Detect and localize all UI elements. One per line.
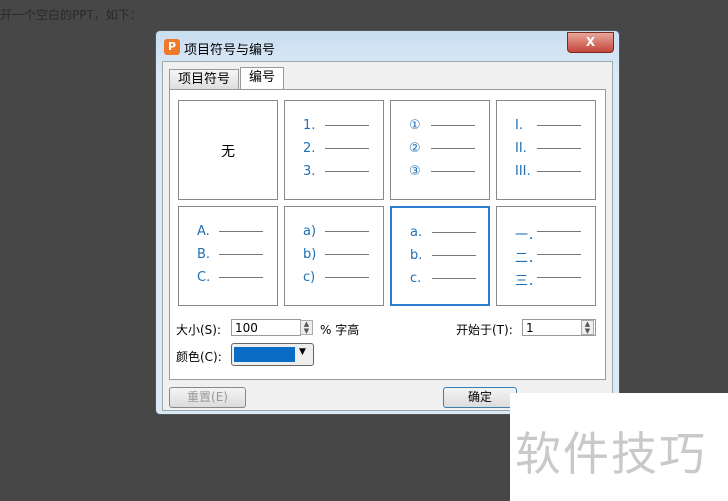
number-row: b. (410, 248, 476, 263)
color-picker[interactable]: ▼ (231, 343, 314, 366)
text-line (537, 277, 581, 278)
number-marker: I. (515, 118, 523, 133)
size-label: 大小(S): (176, 323, 222, 337)
none-label: 无 (221, 144, 235, 160)
number-row: b) (303, 247, 369, 262)
number-row: B. (197, 247, 263, 262)
number-row: 1. (303, 118, 369, 133)
tab-bullets[interactable]: 项目符号 (169, 69, 240, 90)
text-line (431, 148, 475, 149)
number-marker: 2. (303, 141, 316, 156)
number-row: I. (515, 118, 581, 133)
tab-numbering[interactable]: 编号 (240, 67, 285, 91)
number-row: a. (410, 225, 476, 240)
number-marker: b) (303, 247, 317, 262)
number-marker: B. (197, 247, 211, 262)
text-line (325, 125, 369, 126)
number-marker: c) (303, 270, 316, 285)
number-row: 一． (515, 224, 581, 243)
size-input[interactable]: 100 (231, 319, 301, 336)
number-row: 二． (515, 247, 581, 266)
number-row: 2. (303, 141, 369, 156)
watermark-text: 软件技巧 (515, 427, 707, 481)
dialog-title: 项目符号与编号 (184, 43, 276, 58)
number-marker: C. (197, 270, 211, 285)
number-row: II. (515, 141, 581, 156)
number-row: C. (197, 270, 263, 285)
dialog-body: 项目符号 编号 无 1. 2. 3. ① ② ③ I. II. III. A. B. C. a) b) c) a… (162, 61, 613, 411)
close-button[interactable]: X (567, 32, 614, 53)
text-line (537, 171, 581, 172)
number-row: c. (410, 271, 476, 286)
numbering-style-option[interactable]: 无 (178, 100, 278, 200)
number-row: 三． (515, 270, 581, 289)
text-line (325, 148, 369, 149)
number-marker: 3. (303, 164, 316, 179)
numbering-style-option[interactable]: ① ② ③ (390, 100, 490, 200)
text-line (537, 254, 581, 255)
ok-button[interactable]: 确定 (443, 387, 517, 408)
number-marker: a) (303, 224, 317, 239)
bullets-numbering-dialog: P 项目符号与编号 X 项目符号 编号 无 1. 2. 3. ① ② ③ I. II. III. A… (155, 30, 620, 415)
numbering-style-option[interactable]: I. II. III. (496, 100, 596, 200)
number-marker: 一． (515, 228, 542, 243)
number-row: c) (303, 270, 369, 285)
number-marker: 二． (515, 251, 542, 266)
size-unit: % 字高 (320, 323, 360, 337)
number-marker: a. (410, 225, 423, 240)
number-marker: 1. (303, 118, 316, 133)
text-line (219, 254, 263, 255)
numbering-style-option[interactable]: a. b. c. (390, 206, 490, 306)
numbering-style-option[interactable]: 一． 二． 三． (496, 206, 596, 306)
number-row: 3. (303, 164, 369, 179)
number-marker: 三． (515, 274, 542, 289)
number-marker: ① (409, 118, 421, 133)
number-row: ① (409, 118, 475, 133)
numbering-panel: 无 1. 2. 3. ① ② ③ I. II. III. A. B. C. a) b) c) a. b. c. 一． 二… (169, 89, 606, 380)
text-line (325, 231, 369, 232)
number-marker: ③ (409, 164, 421, 179)
number-marker: b. (410, 248, 423, 263)
text-line (325, 277, 369, 278)
text-line (431, 125, 475, 126)
start-label: 开始于(T): (456, 323, 513, 337)
background-text: 开一个空白的PPT，如下： (0, 8, 142, 22)
text-line (537, 148, 581, 149)
text-line (219, 277, 263, 278)
text-line (537, 231, 581, 232)
number-row: ③ (409, 164, 475, 179)
text-line (432, 278, 476, 279)
text-line (432, 232, 476, 233)
chevron-down-icon: ▼ (299, 347, 306, 357)
number-marker: c. (410, 271, 422, 286)
text-line (219, 231, 263, 232)
text-line (325, 254, 369, 255)
number-marker: III. (515, 164, 531, 179)
number-marker: A. (197, 224, 210, 239)
size-spinner[interactable]: ▲ ▼ (300, 320, 313, 335)
text-line (537, 125, 581, 126)
text-line (431, 171, 475, 172)
reset-button[interactable]: 重置(E) (169, 387, 246, 408)
color-label: 颜色(C): (176, 350, 222, 364)
color-swatch (234, 347, 295, 362)
numbering-style-option[interactable]: a) b) c) (284, 206, 384, 306)
number-row: III. (515, 164, 581, 179)
text-line (325, 171, 369, 172)
start-spinner[interactable]: ▲ ▼ (581, 320, 594, 335)
text-line (432, 255, 476, 256)
number-row: A. (197, 224, 263, 239)
numbering-style-option[interactable]: A. B. C. (178, 206, 278, 306)
numbering-style-option[interactable]: 1. 2. 3. (284, 100, 384, 200)
number-row: a) (303, 224, 369, 239)
app-icon: P (164, 39, 180, 55)
number-row: ② (409, 141, 475, 156)
number-marker: II. (515, 141, 527, 156)
number-marker: ② (409, 141, 421, 156)
